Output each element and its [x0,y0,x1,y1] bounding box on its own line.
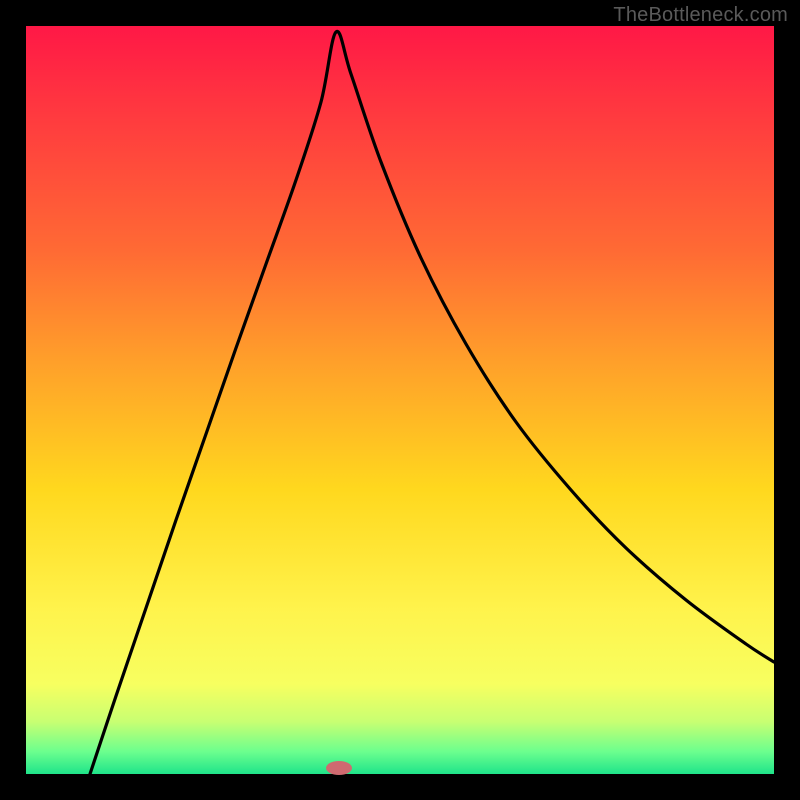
bottleneck-curve [90,31,774,774]
watermark-text: TheBottleneck.com [613,4,788,27]
chart-frame [26,26,774,774]
min-marker [326,761,352,775]
chart-curve-layer [26,26,774,774]
